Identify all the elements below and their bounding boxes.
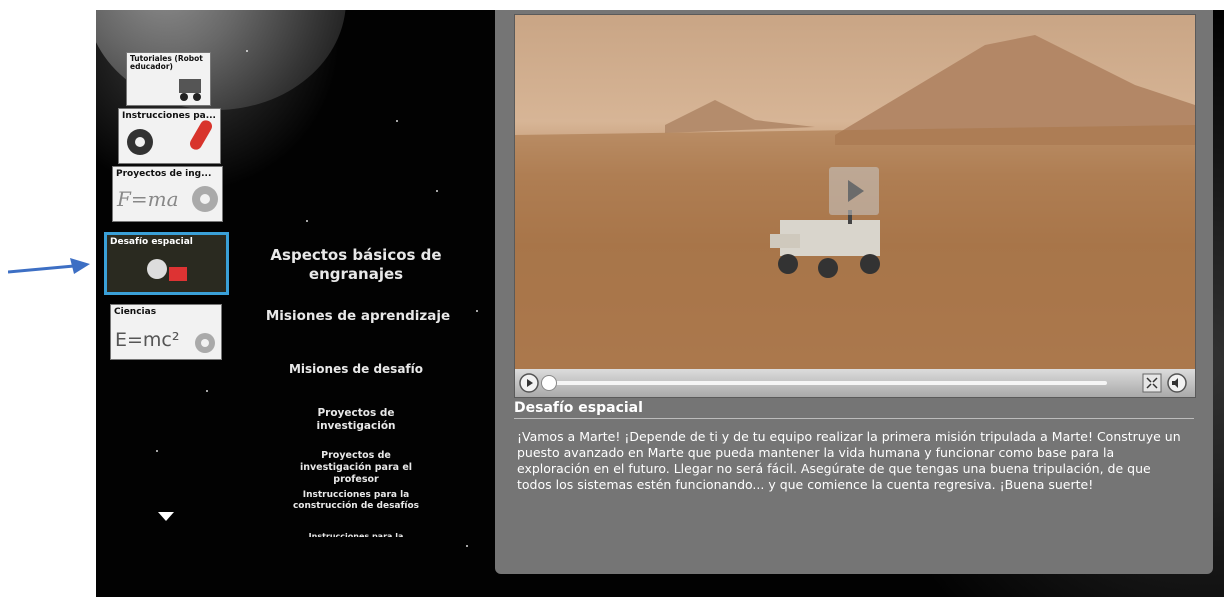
sidebar-item-instrucciones[interactable]: Instrucciones pa... — [118, 108, 221, 164]
play-icon — [848, 180, 864, 202]
content-title: Desafío espacial — [514, 400, 1194, 419]
sidebar-item-label: Tutoriales (Robot educador) — [130, 55, 203, 71]
menu-item-proyectos-investigacion[interactable]: Proyectos de investigación — [301, 407, 411, 433]
sidebar-item-label: Desafío espacial — [110, 237, 193, 247]
content-panel: Desafío espacial ¡Vamos a Marte! ¡Depend… — [495, 10, 1213, 574]
astronaut-icon — [147, 259, 187, 281]
fullscreen-icon[interactable] — [1142, 373, 1162, 393]
robot-icon — [179, 79, 201, 101]
gear-icon — [127, 129, 153, 155]
menu-item-instrucciones-partial[interactable]: Instrucciones para la — [291, 531, 421, 537]
app-stage: Tutoriales (Robot educador) Instruccione… — [96, 10, 1224, 597]
sidebar-item-desafio-espacial[interactable]: Desafío espacial — [104, 232, 229, 295]
menu-item-misiones-desafio[interactable]: Misiones de desafío — [256, 362, 456, 376]
sidebar-item-tutoriales[interactable]: Tutoriales (Robot educador) — [126, 52, 211, 106]
play-overlay-button[interactable] — [829, 167, 879, 215]
video-controls — [515, 369, 1195, 397]
menu-item-instrucciones-desafios[interactable]: Instrucciones para la construcción de de… — [291, 490, 421, 512]
menu-item-proyectos-profesor[interactable]: Proyectos de investigación para el profe… — [291, 450, 421, 486]
sidebar-item-label: Proyectos de ing... — [116, 169, 212, 179]
content-description: ¡Vamos a Marte! ¡Depende de ti y de tu e… — [517, 429, 1181, 492]
volume-icon[interactable] — [1167, 373, 1187, 393]
play-button[interactable] — [519, 373, 539, 393]
sidebar-item-label: Ciencias — [114, 307, 157, 317]
pointer-arrow-icon — [8, 258, 90, 274]
scroll-down-icon[interactable] — [158, 512, 174, 522]
video-player[interactable] — [514, 14, 1196, 398]
sidebar-item-proyectos[interactable]: Proyectos de ing... F=ma — [112, 166, 223, 222]
menu-item-misiones-aprendizaje[interactable]: Misiones de aprendizaje — [253, 308, 463, 324]
gear-icon — [195, 333, 215, 353]
beam-icon — [190, 120, 212, 150]
progress-handle[interactable] — [541, 375, 557, 391]
sidebar-item-ciencias[interactable]: Ciencias E=mc² — [110, 304, 222, 360]
formula-text: F=ma — [117, 187, 179, 211]
menu-item-aspectos-basicos[interactable]: Aspectos básicos de engranajes — [256, 246, 456, 284]
rover-image — [770, 210, 880, 278]
progress-track[interactable] — [547, 381, 1107, 385]
formula-text: E=mc² — [115, 329, 180, 351]
gear-icon — [192, 186, 218, 212]
